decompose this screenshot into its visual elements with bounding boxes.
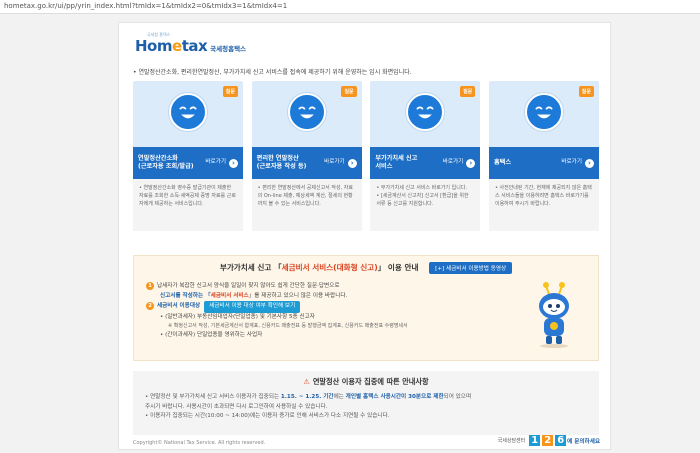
card-description: • 편리한 연말정산에서 공제신고서 작성, 자료의 On-line 제출, 예… — [251, 179, 362, 231]
main-page: 국세청 홈택스 Hometax 국세청홈택스 • 연말정산간소화, 편리한연말정… — [118, 22, 611, 450]
vat-line-1: 1 납세자가 복잡한 신고서 양식을 일일이 찾지 않아도 쉽게 간단한 질문·답… — [146, 282, 526, 292]
smiley-icon — [524, 93, 563, 131]
question-badge[interactable]: 질문 — [222, 86, 238, 97]
check-eligibility-button[interactable]: 세금비서 이용 대상 여부 확인해 보기 — [204, 301, 301, 313]
card-description: • 부가가치세 신고 서비스 바로가기 입니다. • [세금계산서 신고자] 신… — [370, 179, 481, 231]
vat-sub-2: ※ 확정신고서 작성, 기본세금계산서 합계표, 신용카드 매출전표 등 발행금… — [168, 323, 408, 329]
vat-sub-3: • (간이과세자) 단일업종을 영위하는 사업자 — [160, 331, 263, 338]
vat-line-1b: 신고서를 작성하는 「세금비서 서비스」를 제공하고 있으니 많은 이용 바랍니… — [160, 292, 348, 299]
service-cards: 질문 연말정산간소화 (근로자용 조회/발급) 바로가기 › • 연말정산간소화 영… — [133, 81, 599, 231]
card-top: 질문 — [251, 81, 362, 147]
vat-line-2: 2 세금비서 이용대상 세금비서 이용 대상 여부 확인해 보기 — [146, 301, 526, 313]
question-badge[interactable]: 질문 — [341, 86, 357, 97]
vat-assistant-guide: 부가가치세 신고 「세금비서 서비스(대화형 신고)」 이용 안내 [+] 세금… — [133, 255, 599, 361]
card-link-bar[interactable]: 부가가치세 신고 서비스 바로가기 › — [370, 147, 481, 179]
call-digit: 1 — [529, 435, 541, 446]
vat-sub-1: • (일반과세자) 부동산임대업자(단일업종) 및 기본사항 5종 신고자 — [160, 313, 315, 320]
card-description: • 연말정산간소화 영수증 발급기관이 제출한 자료를 조회한 소득·세액공제 … — [133, 179, 243, 231]
call-center-suffix: 에 문의하세요 — [567, 438, 600, 445]
go-button[interactable]: 바로가기 › — [561, 158, 594, 168]
hometax-logo[interactable]: 국세청 홈택스 Hometax 국세청홈택스 — [135, 32, 247, 55]
go-button[interactable]: 바로가기 › — [324, 158, 357, 168]
logo-mark: Hometax — [135, 37, 208, 55]
chevron-right-icon: › — [347, 158, 357, 168]
card-top: 질문 — [370, 81, 481, 147]
year-line-1: • 연말정산 및 부가가치세 신고 서비스 이용자가 집중되는 1.15. ~ … — [145, 394, 472, 400]
call-center-banner[interactable]: 국세상담센터 126 에 문의하세요 — [498, 435, 600, 446]
call-digit: 2 — [542, 435, 554, 446]
question-badge[interactable]: 질문 — [460, 86, 476, 97]
question-badge[interactable]: 질문 — [578, 86, 594, 97]
card-hometax: 질문 홈택스 바로가기 › • 사전안내된 기간, 현재에 제공되지 않은 홈택스… — [488, 81, 599, 231]
card-convenient-year-end: 질문 편리한 연말정산 (근로자용 작성 등) 바로가기 › • 편리한 연말정산에… — [251, 81, 362, 231]
chevron-right-icon: › — [229, 158, 238, 168]
chevron-right-icon: › — [466, 158, 476, 168]
year-end-notice: ⚠ 연말정산 이용자 집중에 따른 안내사항 • 연말정산 및 부가가치세 신고 … — [133, 371, 599, 435]
year-line-2: • 이용자가 집중되는 시간(10:00 ~ 14:00)에는 이용자 증가로 … — [145, 413, 390, 419]
warning-icon: ⚠ — [303, 377, 310, 386]
card-link-bar[interactable]: 홈택스 바로가기 › — [488, 147, 599, 179]
card-link-bar[interactable]: 연말정산간소화 (근로자용 조회/발급) 바로가기 › — [133, 147, 243, 179]
service-notice: • 연말정산간소화, 편리한연말정산, 부가가치세 신고 서비스를 접속에 제공… — [133, 69, 412, 76]
card-vat-filing: 질문 부가가치세 신고 서비스 바로가기 › • 부가가치세 신고 서비스 바로가기… — [370, 81, 481, 231]
number-1-icon: 1 — [146, 282, 154, 290]
card-description: • 사전안내된 기간, 현재에 제공되지 않은 홈택스 서비스들을 이용하려면 … — [488, 179, 599, 231]
go-button[interactable]: 바로가기 › — [443, 158, 476, 168]
vat-guide-title: 부가가치세 신고 「세금비서 서비스(대화형 신고)」 이용 안내 [+] 세금… — [134, 262, 598, 274]
smiley-icon — [169, 93, 207, 131]
go-button[interactable]: 바로가기 › — [205, 158, 238, 168]
card-title: 연말정산간소화 (근로자용 조회/발급) — [138, 154, 194, 170]
robot-mascot-icon — [532, 280, 576, 350]
card-title: 부가가치세 신고 서비스 — [375, 154, 418, 170]
year-line-1b: 주시기 바랍니다. 사용시간이 초과되면 다시 로그인하여 사용하실 수 있습니… — [145, 403, 328, 410]
card-top: 질문 — [488, 81, 599, 147]
card-title: 편리한 연말정산 (근로자용 작성 등) — [256, 154, 307, 170]
call-digit: 6 — [555, 435, 567, 446]
year-end-notice-body: • 연말정산 및 부가가치세 신고 서비스 이용자가 집중되는 1.15. ~ … — [145, 393, 595, 422]
guide-video-button[interactable]: [+] 세금비서 이용방법 동영상 — [429, 262, 513, 274]
card-year-end-simplified: 질문 연말정산간소화 (근로자용 조회/발급) 바로가기 › • 연말정산간소화 영… — [133, 81, 243, 231]
vat-guide-body: 1 납세자가 복잡한 신고서 양식을 일일이 찾지 않아도 쉽게 간단한 질문·답… — [146, 282, 526, 340]
call-center-label: 국세상담센터 — [497, 438, 526, 444]
logo-tagline: 국세청 홈택스 — [147, 32, 171, 37]
card-title: 홈택스 — [493, 158, 512, 166]
logo-subtitle: 국세청홈택스 — [210, 45, 247, 53]
year-end-notice-title: ⚠ 연말정산 이용자 집중에 따른 안내사항 — [303, 377, 429, 386]
chevron-right-icon: › — [584, 158, 594, 168]
card-top: 질문 — [133, 81, 243, 147]
address-bar[interactable]: hometax.go.kr/ui/pp/yrin_index.html?tmId… — [0, 0, 700, 14]
smiley-icon — [406, 93, 445, 131]
card-link-bar[interactable]: 편리한 연말정산 (근로자용 작성 등) 바로가기 › — [251, 147, 362, 179]
number-2-icon: 2 — [146, 302, 154, 310]
smiley-icon — [287, 93, 326, 131]
